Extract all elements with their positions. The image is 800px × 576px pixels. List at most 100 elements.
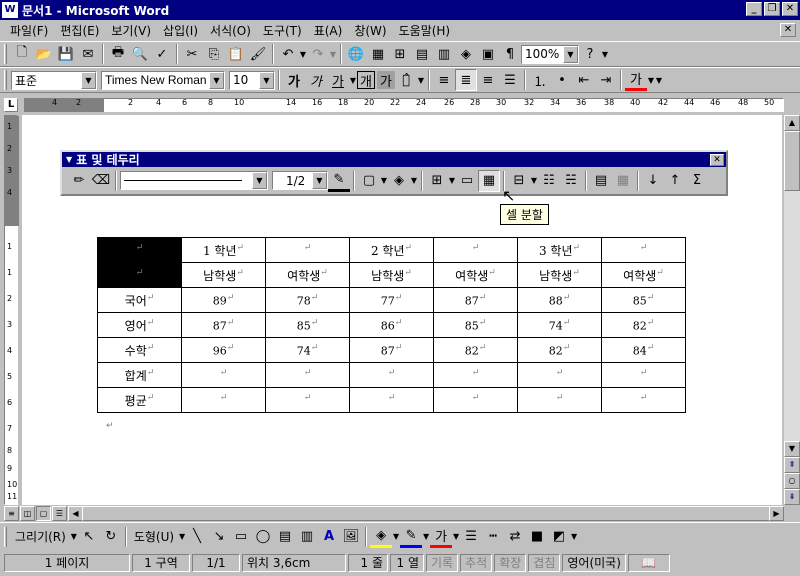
increase-indent-icon[interactable]: ⇥ xyxy=(595,69,617,91)
bullets-icon[interactable]: • xyxy=(551,69,573,91)
status-ext[interactable]: 확장 xyxy=(494,554,527,572)
menu-view[interactable]: 보기(V) xyxy=(105,22,157,39)
font-color-icon[interactable]: 가 xyxy=(625,69,647,91)
copy-icon[interactable]: ⎘ xyxy=(203,43,225,65)
table-cell[interactable]: 74↵ xyxy=(517,312,602,338)
table-cell[interactable]: ↵ xyxy=(265,387,350,413)
insert-table-dropdown-icon[interactable]: ▼ xyxy=(448,176,456,185)
table-cell[interactable]: 87↵ xyxy=(181,312,266,338)
table-cell[interactable]: 남학생↵ xyxy=(181,262,266,288)
char-border-button[interactable]: 개 xyxy=(357,71,375,90)
hyperlink-icon[interactable]: 🌐 xyxy=(345,43,367,65)
menu-window[interactable]: 창(W) xyxy=(348,22,392,39)
help-icon[interactable]: ? xyxy=(579,43,601,65)
select-objects-icon[interactable]: ↖ xyxy=(78,526,100,548)
bold-button[interactable]: 가 xyxy=(283,69,305,91)
print-preview-icon[interactable]: 🔍 xyxy=(129,43,151,65)
table-cell[interactable]: ↵ xyxy=(265,237,350,263)
table-cell[interactable]: 87↵ xyxy=(433,287,518,313)
split-cells-icon[interactable]: ▦ xyxy=(478,169,500,192)
cut-icon[interactable]: ✂ xyxy=(181,43,203,65)
border-dropdown-icon[interactable]: ▼ xyxy=(380,176,388,185)
format-painter-icon[interactable]: 🖌 xyxy=(247,43,269,65)
tab-selector[interactable]: L xyxy=(4,98,18,112)
3d-icon[interactable]: ◩ xyxy=(548,526,570,548)
arrow-icon[interactable]: ↘ xyxy=(208,526,230,548)
outside-border-icon[interactable]: ▢ xyxy=(358,170,380,192)
select-browse-object-button[interactable]: ○ xyxy=(784,473,800,489)
font-color-icon[interactable]: 가 xyxy=(430,526,453,548)
scroll-thumb[interactable] xyxy=(82,506,772,521)
table-cell[interactable]: ↵ xyxy=(601,237,686,263)
table-cell[interactable]: 82↵ xyxy=(601,312,686,338)
toolbar-options-icon[interactable]: ▼ xyxy=(655,76,663,85)
show-hide-icon[interactable]: ¶ xyxy=(499,43,521,65)
redo-dropdown-icon[interactable]: ▼ xyxy=(329,50,337,59)
phonetic-dropdown-icon[interactable]: ▼ xyxy=(417,76,425,85)
columns-icon[interactable]: ▥ xyxy=(433,43,455,65)
table-cell[interactable]: 평균↵ xyxy=(97,387,182,413)
chevron-down-icon[interactable]: ▼ xyxy=(563,45,578,63)
arrow-style-icon[interactable]: ⇄ xyxy=(504,526,526,548)
toolbar-grip[interactable] xyxy=(4,70,7,90)
scroll-left-button[interactable]: ◀ xyxy=(68,506,83,521)
tables-borders-toolbar[interactable]: ▼ 표 및 테두리 ✕ ✏ ⌫ ▼ 1/2 ▼ ✎ ▢ ▼ ◈ ▼ ⊞ ▼ ▭ … xyxy=(60,150,728,196)
spelling-icon[interactable]: ✓ xyxy=(151,43,173,65)
draw-table-icon[interactable]: ✏ xyxy=(68,170,90,192)
distribute-rows-icon[interactable]: ☷ xyxy=(538,170,560,192)
drawing-icon[interactable]: ◈ xyxy=(455,43,477,65)
status-language[interactable]: 영어(미국) xyxy=(562,554,626,572)
chevron-down-icon[interactable]: ▼ xyxy=(259,71,274,89)
shading-dropdown-icon[interactable]: ▼ xyxy=(410,176,418,185)
border-color-icon[interactable]: ✎ xyxy=(328,170,350,192)
rectangle-icon[interactable]: ▭ xyxy=(230,526,252,548)
table-cell[interactable]: 85↵ xyxy=(433,312,518,338)
table-cell[interactable]: 84↵ xyxy=(601,337,686,363)
tables-borders-icon[interactable]: ▦ xyxy=(367,43,389,65)
table-cell[interactable]: 합계↵ xyxy=(97,362,182,388)
table-cell[interactable]: ↵ xyxy=(517,387,602,413)
table-cell[interactable]: 74↵ xyxy=(265,337,350,363)
menu-insert[interactable]: 삽입(I) xyxy=(157,22,204,39)
word-app-icon[interactable]: W xyxy=(2,2,18,18)
normal-view-button[interactable]: ≡ xyxy=(4,506,19,521)
table-cell[interactable]: 87↵ xyxy=(349,337,434,363)
menu-help[interactable]: 도움말(H) xyxy=(393,22,457,39)
chevron-down-icon[interactable]: ▼ xyxy=(312,172,327,189)
undo-dropdown-icon[interactable]: ▼ xyxy=(299,50,307,59)
close-button[interactable]: ✕ xyxy=(782,2,798,16)
menu-tools[interactable]: 도구(T) xyxy=(257,22,308,39)
next-page-button[interactable]: ⇟ xyxy=(784,489,800,505)
draw-dropdown-icon[interactable]: ▼ xyxy=(70,532,78,541)
scroll-down-button[interactable]: ▼ xyxy=(784,441,800,457)
paste-icon[interactable]: 📋 xyxy=(225,43,247,65)
table-cell[interactable]: 88↵ xyxy=(517,287,602,313)
scroll-up-button[interactable]: ▲ xyxy=(784,115,800,131)
table-cell[interactable]: ↵ xyxy=(349,362,434,388)
email-icon[interactable]: ✉ xyxy=(77,43,99,65)
dash-style-icon[interactable]: ┅ xyxy=(482,526,504,548)
vertical-ruler[interactable]: 1 2 3 4 1 1 2 3 4 5 6 7 8 9 10 11 xyxy=(4,115,19,505)
toolbar-options-icon[interactable]: ▼ xyxy=(570,532,578,541)
decrease-indent-icon[interactable]: ⇤ xyxy=(573,69,595,91)
zoom-combo[interactable]: 100% ▼ xyxy=(521,44,579,64)
table-cell[interactable]: 3 학년↵ xyxy=(517,237,602,263)
font-combo[interactable]: Times New Roman ▼ xyxy=(101,70,225,90)
line-color-dropdown-icon[interactable]: ▼ xyxy=(422,532,430,541)
fill-color-dropdown-icon[interactable]: ▼ xyxy=(392,532,400,541)
new-document-icon[interactable]: 🗋 xyxy=(11,43,33,65)
table-cell[interactable]: ↵ xyxy=(97,262,182,288)
autoshapes-menu-button[interactable]: 도형(U) xyxy=(130,528,178,545)
insert-excel-icon[interactable]: ▤ xyxy=(411,43,433,65)
table-autoformat-icon[interactable]: ▤ xyxy=(590,170,612,192)
shading-color-icon[interactable]: ◈ xyxy=(388,170,410,192)
toolbar-menu-icon[interactable]: ▼ xyxy=(66,155,72,164)
table-cell[interactable]: 남학생↵ xyxy=(349,262,434,288)
toolbar-grip[interactable] xyxy=(4,526,7,547)
table-cell[interactable]: ↵ xyxy=(265,362,350,388)
print-layout-button[interactable]: ▢ xyxy=(36,506,51,521)
minimize-button[interactable]: _ xyxy=(746,2,762,16)
shadow-icon[interactable]: ■ xyxy=(526,526,548,548)
autoshapes-dropdown-icon[interactable]: ▼ xyxy=(178,532,186,541)
menu-file[interactable]: 파일(F) xyxy=(4,22,54,39)
